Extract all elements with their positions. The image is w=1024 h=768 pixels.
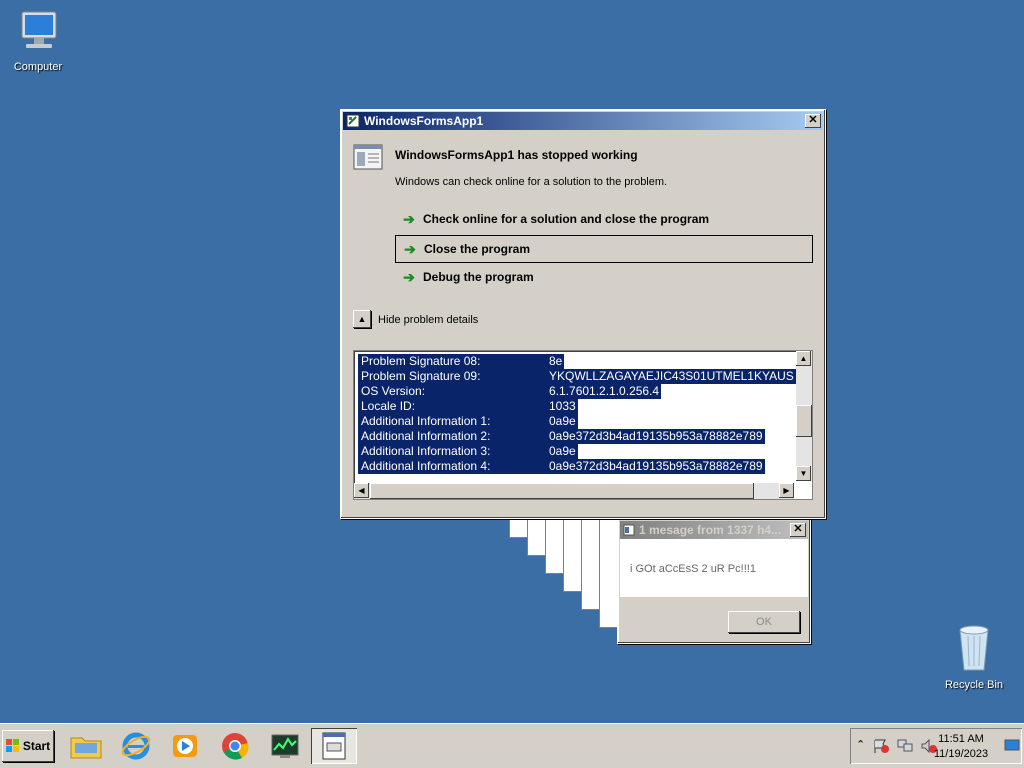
- detail-row: Additional Information 4: 0a9e372d3b4ad19…: [358, 459, 796, 474]
- close-program-option[interactable]: ➔ Close the program: [395, 235, 813, 263]
- close-icon[interactable]: ✕: [805, 114, 821, 128]
- start-label: Start: [22, 739, 51, 753]
- collapse-up-icon: ▲: [357, 314, 367, 324]
- program-window-icon: [353, 144, 383, 170]
- start-button[interactable]: Start: [2, 730, 54, 762]
- detail-row: Locale ID: 1033: [358, 399, 796, 414]
- app-icon: [623, 524, 635, 536]
- internet-explorer-taskbar-button[interactable]: [113, 728, 159, 764]
- detail-row: Problem Signature 09: YKQWLLZAGAYAEJIC43S…: [358, 369, 796, 384]
- media-player-taskbar-button[interactable]: [162, 728, 208, 764]
- green-arrow-icon: ➔: [404, 240, 416, 257]
- scroll-down-icon[interactable]: ▼: [796, 466, 811, 481]
- dialog-title: WindowsFormsApp1: [364, 114, 484, 128]
- app-window-icon: [322, 732, 346, 760]
- message-text: i GOt aCcEsS 2 uR Pc!!!1: [630, 563, 756, 575]
- error-dialog[interactable]: WindowsFormsApp1 ✕ WindowsFormsApp1 has …: [340, 109, 826, 519]
- show-hidden-icons-icon[interactable]: ⌃: [856, 738, 865, 751]
- clock-date: 11/19/2023: [933, 748, 989, 760]
- close-icon[interactable]: ✕: [790, 523, 806, 537]
- chrome-taskbar-button[interactable]: [212, 728, 258, 764]
- detail-row: OS Version: 6.1.7601.2.1.0.256.4: [358, 384, 796, 399]
- file-explorer-taskbar-button[interactable]: [63, 728, 109, 764]
- toggle-details-label[interactable]: Hide problem details: [378, 314, 478, 326]
- details-list: Problem Signature 08: 8e Problem Signatur…: [358, 354, 796, 476]
- windows-logo-icon: [5, 739, 19, 752]
- computer-icon: [21, 11, 57, 48]
- media-player-icon: [173, 735, 197, 757]
- vertical-scroll-thumb[interactable]: [796, 405, 812, 437]
- clock[interactable]: 11:51 AM 11/19/2023: [926, 732, 996, 762]
- option-label: Close the program: [424, 242, 531, 256]
- windowsformsapp1-taskbar-button[interactable]: [311, 728, 357, 764]
- network-icon[interactable]: [896, 738, 914, 754]
- computer-label: Computer: [13, 61, 63, 73]
- error-headline: WindowsFormsApp1 has stopped working: [395, 148, 638, 162]
- taskbar: Start ⌃ 11:51 AM 11/19/2023: [0, 723, 1024, 768]
- recycle-bin-desktop-icon[interactable]: Recycle Bin: [934, 624, 1014, 691]
- detail-row: Problem Signature 08: 8e: [358, 354, 796, 369]
- debug-program-option[interactable]: ➔ Debug the program: [395, 264, 813, 290]
- green-arrow-icon: ➔: [403, 268, 415, 285]
- action-center-flag-icon[interactable]: [872, 738, 890, 754]
- error-subtext: Windows can check online for a solution …: [395, 176, 668, 188]
- task-manager-taskbar-button[interactable]: [262, 728, 308, 764]
- scroll-up-icon[interactable]: ▲: [796, 351, 811, 366]
- error-dialog-titlebar[interactable]: WindowsFormsApp1 ✕: [343, 112, 823, 130]
- detail-row: Additional Information 1: 0a9e: [358, 414, 796, 429]
- option-label: Debug the program: [423, 270, 534, 284]
- message-box[interactable]: 1 mesage from 1337 h4... ✕ i GOt aCcEsS …: [617, 518, 811, 644]
- vertical-scrollbar[interactable]: ▲ ▼: [796, 351, 812, 481]
- detail-row: Additional Information 2: 0a9e372d3b4ad19…: [358, 429, 796, 444]
- message-box-body: i GOt aCcEsS 2 uR Pc!!!1: [620, 539, 808, 597]
- scroll-left-icon[interactable]: ◀: [354, 483, 369, 498]
- green-arrow-icon: ➔: [403, 210, 415, 227]
- recycle-bin-icon: [959, 625, 989, 671]
- computer-desktop-icon[interactable]: Computer: [0, 10, 78, 73]
- chrome-icon: [222, 733, 249, 760]
- show-desktop-icon[interactable]: [1004, 738, 1020, 752]
- ok-button[interactable]: OK: [728, 611, 800, 633]
- internet-explorer-icon: [121, 732, 151, 760]
- app-icon: [346, 114, 360, 128]
- notification-area: ⌃ 11:51 AM 11/19/2023: [850, 728, 1022, 764]
- detail-row: Additional Information 3: 0a9e: [358, 444, 796, 459]
- message-box-titlebar[interactable]: 1 mesage from 1337 h4... ✕: [620, 521, 808, 539]
- task-manager-icon: [271, 734, 299, 758]
- toggle-details-button[interactable]: ▲: [353, 310, 371, 328]
- message-box-title: 1 mesage from 1337 h4...: [639, 523, 782, 537]
- recycle-bin-label: Recycle Bin: [944, 679, 1004, 691]
- horizontal-scrollbar[interactable]: ◀ ▶: [354, 483, 794, 499]
- option-label: Check online for a solution and close th…: [423, 212, 710, 226]
- scroll-right-icon[interactable]: ▶: [779, 483, 794, 498]
- horizontal-scroll-thumb[interactable]: [370, 483, 754, 499]
- clock-time: 11:51 AM: [938, 733, 984, 745]
- check-online-option[interactable]: ➔ Check online for a solution and close …: [395, 206, 813, 232]
- problem-details-box[interactable]: Problem Signature 08: 8e Problem Signatur…: [353, 350, 813, 500]
- folder-icon: [70, 737, 102, 759]
